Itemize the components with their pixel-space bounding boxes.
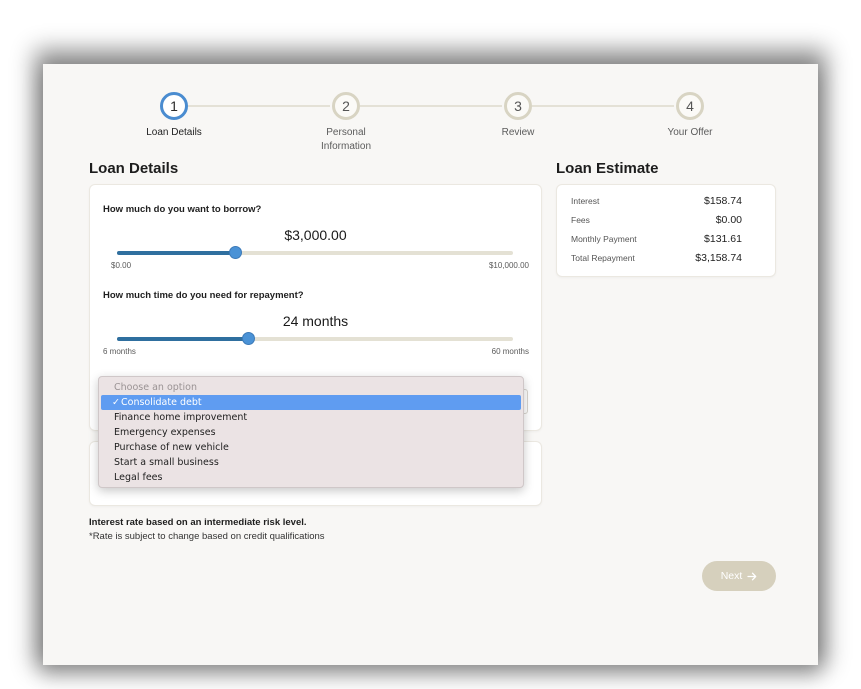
step-label: Review — [501, 127, 535, 138]
checkmark-icon: ✓ — [112, 397, 120, 408]
estimate-value: $3,158.74 — [695, 252, 742, 264]
dropdown-option[interactable]: Emergency expenses — [101, 425, 521, 440]
estimate-row-total-repayment: Total Repayment $3,158.74 — [571, 252, 742, 266]
term-question: How much time do you need for repayment? — [103, 290, 304, 301]
dropdown-placeholder: Choose an option — [114, 382, 197, 393]
loan-estimate-title: Loan Estimate — [556, 160, 659, 177]
loan-details-title: Loan Details — [89, 160, 179, 177]
estimate-row-fees: Fees $0.00 — [571, 214, 742, 228]
estimate-value: $131.61 — [704, 233, 742, 245]
next-button-label: Next — [720, 570, 743, 582]
dropdown-option-selected[interactable]: ✓Consolidate debt — [101, 395, 521, 410]
step-your-offer[interactable]: 4 Your Offer — [630, 92, 750, 140]
next-button[interactable]: Next — [702, 561, 776, 591]
step-label: Personal Information — [320, 127, 372, 152]
step-label: Loan Details — [146, 127, 202, 138]
estimate-value: $0.00 — [715, 214, 742, 226]
step-number-circle: 4 — [676, 92, 704, 120]
purpose-dropdown-menu[interactable]: Choose an option ✓Consolidate debt Finan… — [98, 376, 524, 488]
rate-basis-note: Interest rate based on an intermediate r… — [89, 517, 307, 528]
amount-max-label: $10,000.00 — [488, 261, 529, 270]
arrow-right-icon — [747, 572, 757, 580]
estimate-label: Monthly Payment — [571, 234, 637, 244]
step-number-circle: 1 — [160, 92, 188, 120]
loan-application-page: 1 Loan Details 2 Personal Information 3 … — [43, 64, 818, 665]
loan-estimate-card: Interest $158.74 Fees $0.00 Monthly Paym… — [556, 184, 776, 277]
step-review[interactable]: 3 Review — [458, 92, 578, 140]
step-personal-information[interactable]: 2 Personal Information — [286, 92, 406, 154]
term-value: 24 months — [282, 313, 349, 329]
dropdown-option[interactable]: Start a small business — [101, 455, 521, 470]
estimate-row-monthly-payment: Monthly Payment $131.61 — [571, 233, 742, 247]
term-slider[interactable] — [117, 337, 513, 341]
estimate-row-interest: Interest $158.74 — [571, 195, 742, 209]
amount-min-label: $0.00 — [111, 261, 132, 270]
amount-slider[interactable] — [117, 251, 513, 255]
step-loan-details[interactable]: 1 Loan Details — [114, 92, 234, 140]
estimate-label: Interest — [571, 196, 600, 206]
dropdown-option[interactable]: Purchase of new vehicle — [101, 440, 521, 455]
term-max-label: 60 months — [491, 347, 529, 356]
term-min-label: 6 months — [103, 347, 136, 356]
step-number-circle: 2 — [332, 92, 360, 120]
dropdown-option[interactable]: Legal fees — [101, 470, 521, 485]
amount-slider-thumb[interactable] — [229, 246, 243, 259]
estimate-value: $158.74 — [704, 195, 742, 207]
estimate-label: Total Repayment — [571, 253, 635, 263]
amount-slider-fill — [117, 251, 236, 255]
dropdown-option[interactable]: Finance home improvement — [101, 410, 521, 425]
term-slider-fill — [117, 337, 249, 341]
amount-question: How much do you want to borrow? — [103, 204, 262, 215]
amount-value: $3,000.00 — [284, 227, 347, 243]
rate-disclaimer: *Rate is subject to change based on cred… — [89, 531, 325, 542]
term-slider-thumb[interactable] — [242, 332, 256, 345]
step-number-circle: 3 — [504, 92, 532, 120]
estimate-label: Fees — [571, 215, 590, 225]
step-label: Your Offer — [667, 127, 713, 138]
